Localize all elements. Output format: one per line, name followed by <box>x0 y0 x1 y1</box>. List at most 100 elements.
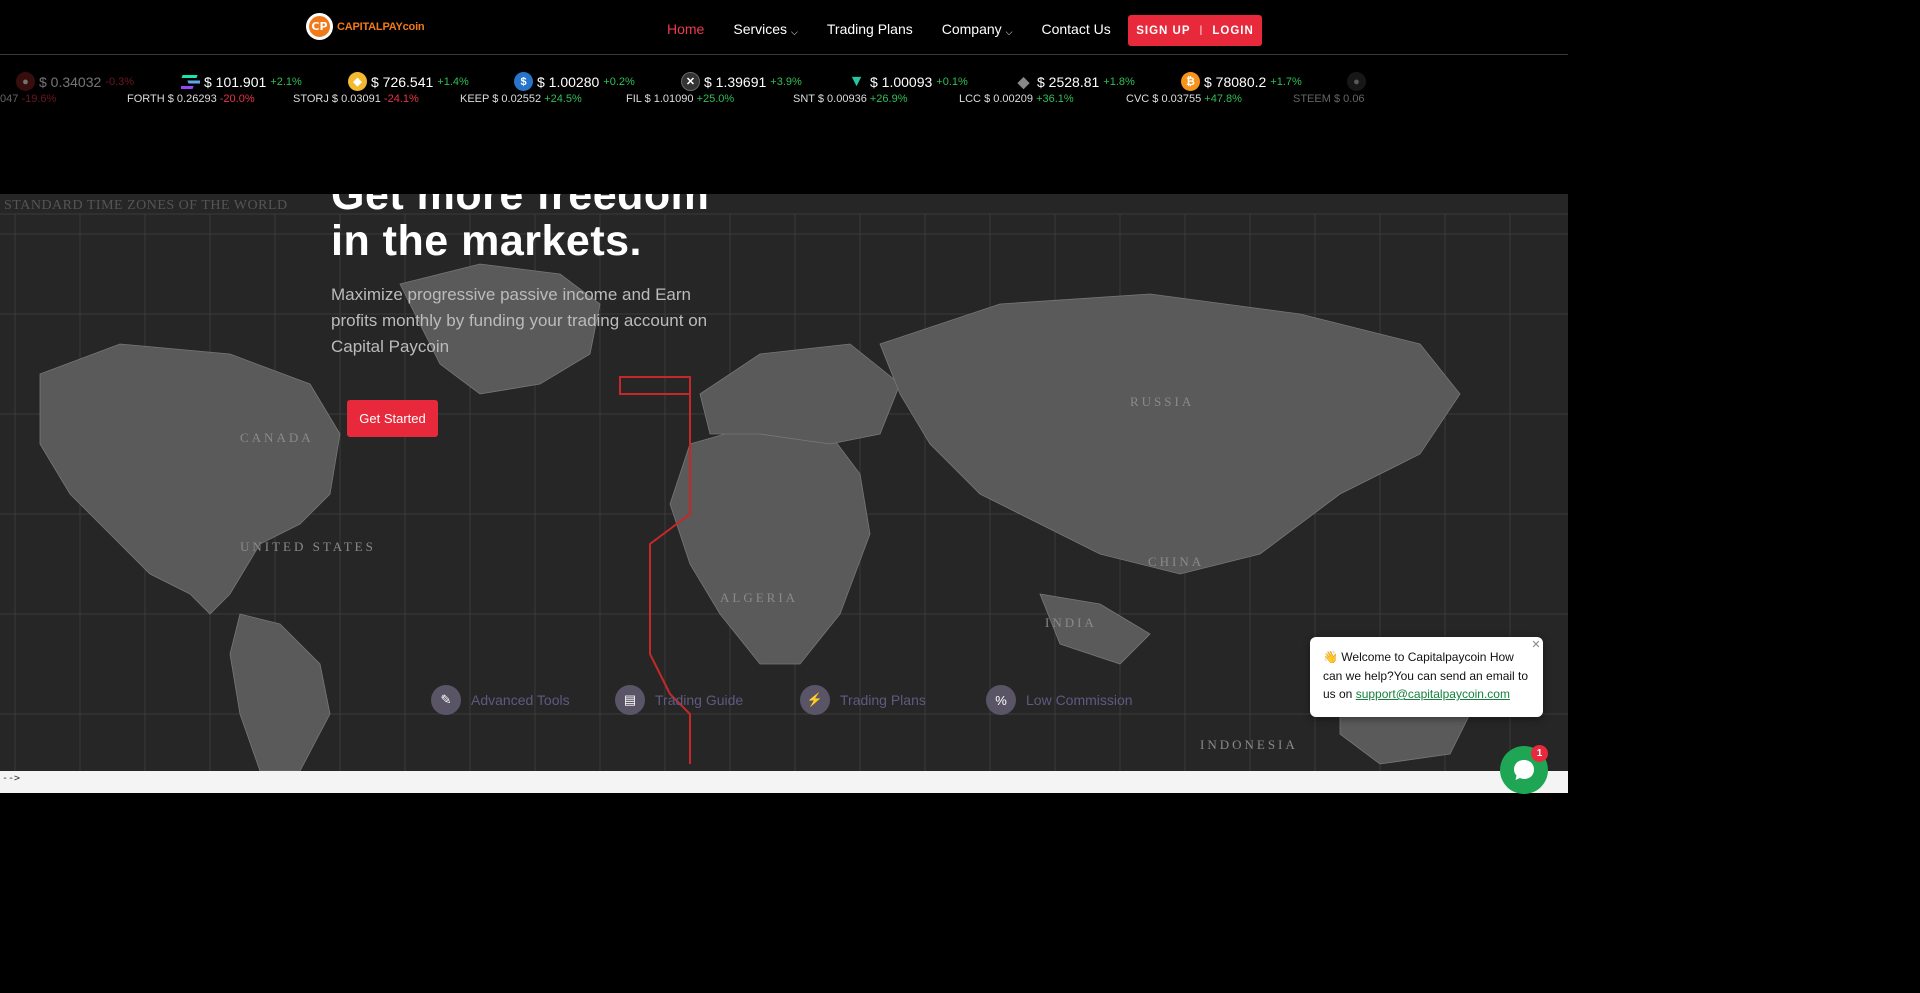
mover-item[interactable]: STEEM $ 0.06 <box>1293 93 1365 105</box>
ticker-item[interactable]: ✕ $ 1.39691 +3.9% <box>681 72 802 91</box>
mover-price: 047 <box>0 93 19 105</box>
svg-text:CHINA: CHINA <box>1148 554 1204 569</box>
get-started-button[interactable]: Get Started <box>347 400 438 437</box>
ticker-item[interactable]: $ 101.901 +2.1% <box>181 72 302 91</box>
mover-change: +25.0% <box>696 93 735 105</box>
nav-contact-us[interactable]: Contact Us <box>1041 21 1110 37</box>
wave-icon: 👋 <box>1323 650 1338 664</box>
feature-item[interactable]: % Low Commission <box>986 685 1133 715</box>
mover-symbol: STEEM <box>1293 93 1331 105</box>
ticker-row-prices: ● $ 0.34032 -0.3% $ 101.901 +2.1% ◆ $ 72… <box>0 72 1568 92</box>
signup-button[interactable]: SIGN UP <box>1136 25 1190 37</box>
ticker-price: $ 0.34032 <box>39 73 102 90</box>
site-logo[interactable]: CP CAPITALPAYcoin <box>306 13 425 40</box>
feature-label: Trading Guide <box>655 692 744 708</box>
nav-home[interactable]: Home <box>667 21 704 37</box>
crypto-ticker: ● $ 0.34032 -0.3% $ 101.901 +2.1% ◆ $ 72… <box>0 56 1568 194</box>
feature-item[interactable]: ⚡ Trading Plans <box>800 685 926 715</box>
ticker-price: $ 1.00280 <box>537 73 600 90</box>
usdc-icon: $ <box>514 72 533 91</box>
bitcoin-icon: ₿ <box>1181 72 1200 91</box>
feature-item[interactable]: ▤ Trading Guide <box>615 685 743 715</box>
mover-item[interactable]: CVC $ 0.03755 +47.8% <box>1126 93 1242 105</box>
lightning-icon: ⚡ <box>800 685 830 715</box>
support-email-link[interactable]: support@capitalpaycoin.com <box>1356 687 1510 701</box>
chevron-down-icon: ⌵ <box>1005 27 1013 37</box>
mover-change: +24.5% <box>544 93 582 105</box>
mover-item[interactable]: SNT $ 0.00936 +26.9% <box>793 93 908 105</box>
ticker-item[interactable]: ◆ $ 726.541 +1.4% <box>348 72 469 91</box>
main-menu: Home Services ⌵ Trading Plans Company ⌵ Co… <box>667 21 1140 37</box>
svg-text:INDONESIA: INDONESIA <box>1200 737 1298 752</box>
mover-item[interactable]: FIL $ 1.01090 +25.0% <box>626 93 734 105</box>
percent-icon: % <box>986 685 1016 715</box>
mover-change: +26.9% <box>869 93 908 105</box>
mover-price: $ 0.26293 <box>167 93 217 105</box>
coin-icon: ● <box>1347 72 1366 91</box>
ticker-item[interactable]: ● $ 0.34032 -0.3% <box>16 72 134 91</box>
ethereum-icon: ◆ <box>1017 73 1030 91</box>
svg-text:ALGERIA: ALGERIA <box>720 590 798 605</box>
mover-price: $ 0.00209 <box>984 93 1034 105</box>
mover-item[interactable]: STORJ $ 0.03091 -24.1% <box>293 93 419 105</box>
mover-item[interactable]: KEEP $ 0.02552 +24.5% <box>460 93 582 105</box>
nav-services[interactable]: Services ⌵ <box>733 21 798 37</box>
mover-change: +36.1% <box>1036 93 1074 105</box>
mover-change: -19.6% <box>21 93 57 105</box>
ticker-price: $ 726.541 <box>371 73 434 90</box>
nav-trading-plans[interactable]: Trading Plans <box>827 21 913 37</box>
mover-price: $ 0.00936 <box>817 93 867 105</box>
chat-welcome-bubble[interactable]: 👋 Welcome to Capitalpaycoin How can we h… <box>1310 637 1543 717</box>
page-bottom-strip: --> <box>0 771 1568 793</box>
svg-text:CANADA: CANADA <box>240 430 314 445</box>
mover-item[interactable]: LCC $ 0.00209 +36.1% <box>959 93 1074 105</box>
mover-symbol: KEEP <box>460 93 490 105</box>
mover-price: $ 0.03755 <box>1152 93 1202 105</box>
stray-comment-text: --> <box>2 773 21 784</box>
chat-unread-badge: 1 <box>1531 745 1548 762</box>
mover-symbol: FIL <box>626 93 642 105</box>
ticker-item[interactable]: ₿ $ 78080.2 +1.7% <box>1181 72 1302 91</box>
mover-symbol: CVC <box>1126 93 1150 105</box>
ticker-item[interactable]: $ $ 1.00280 +0.2% <box>514 72 635 91</box>
feature-label: Advanced Tools <box>471 692 570 708</box>
feature-label: Low Commission <box>1026 692 1133 708</box>
ticker-price: $ 78080.2 <box>1204 73 1267 90</box>
mover-price: $ 0.02552 <box>492 93 542 105</box>
hero-title-line1: Get more freedom <box>331 194 710 219</box>
mover-symbol: STORJ <box>293 93 329 105</box>
hero-subtitle: Maximize progressive passive income and … <box>331 285 708 356</box>
auth-separator: | <box>1199 25 1204 36</box>
logo-icon: CP <box>306 13 333 40</box>
ticker-change: +3.9% <box>770 75 802 88</box>
mover-change: -20.0% <box>219 93 255 105</box>
top-navbar: CP CAPITALPAYcoin Home Services ⌵ Trading… <box>0 0 1568 55</box>
tools-icon: ✎ <box>431 685 461 715</box>
svg-text:UNITED STATES: UNITED STATES <box>240 539 376 554</box>
mover-item[interactable]: 047 -19.6% <box>0 93 56 105</box>
mover-symbol: SNT <box>793 93 815 105</box>
document-icon: ▤ <box>615 685 645 715</box>
xrp-icon: ✕ <box>681 72 700 91</box>
ticker-item[interactable]: ◆ $ 2528.81 +1.8% <box>1014 72 1135 91</box>
login-button[interactable]: LOGIN <box>1212 25 1253 37</box>
feature-item[interactable]: ✎ Advanced Tools <box>431 685 570 715</box>
svg-text:RUSSIA: RUSSIA <box>1130 394 1194 409</box>
nav-company[interactable]: Company ⌵ <box>942 21 1013 37</box>
solana-icon <box>181 72 200 91</box>
ticker-change: +1.4% <box>437 75 469 88</box>
ticker-change: +1.7% <box>1270 75 1302 88</box>
feature-label: Trading Plans <box>840 692 926 708</box>
mover-change: -24.1% <box>383 93 419 105</box>
ticker-price: $ 1.00093 <box>870 73 933 90</box>
ticker-change: +2.1% <box>270 75 302 88</box>
ticker-item[interactable]: ● <box>1347 72 1366 91</box>
chevron-down-icon: ⌵ <box>791 27 798 37</box>
mover-symbol: LCC <box>959 93 982 105</box>
coin-icon: ● <box>16 72 35 91</box>
mover-item[interactable]: FORTH $ 0.26293 -20.0% <box>127 93 255 105</box>
ticker-price: $ 1.39691 <box>704 73 767 90</box>
close-icon[interactable]: ✕ <box>1530 639 1542 651</box>
ticker-row-movers: 047 -19.6% FORTH $ 0.26293 -20.0% STORJ … <box>0 93 1568 109</box>
ticker-item[interactable]: ▼ $ 1.00093 +0.1% <box>847 72 968 91</box>
